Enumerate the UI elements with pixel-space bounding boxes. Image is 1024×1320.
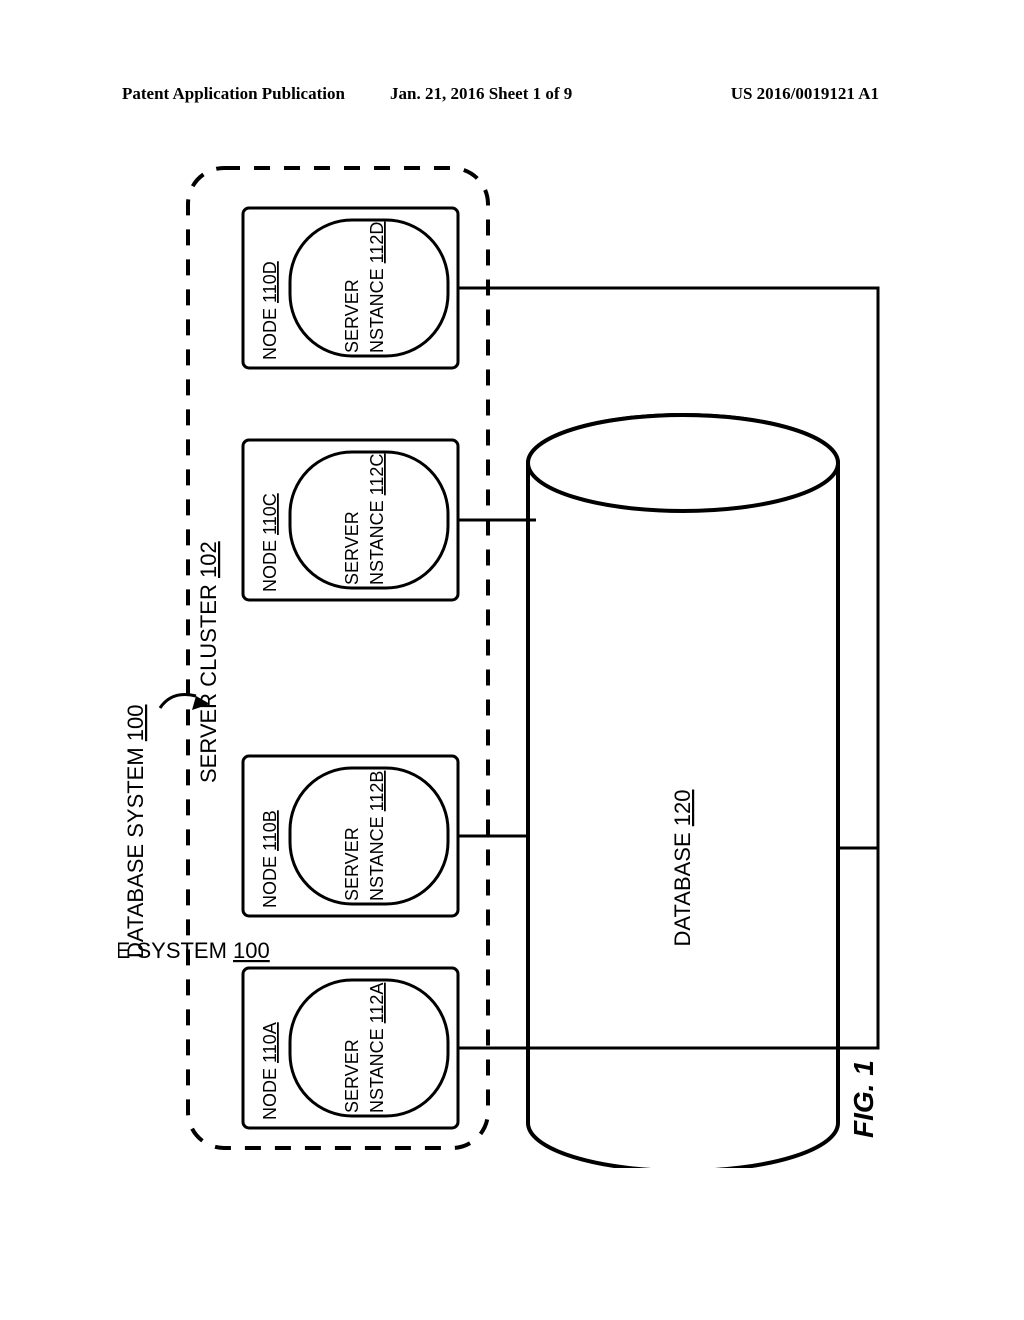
header-left-text: Patent Application Publication — [122, 84, 345, 104]
database-top-ellipse-2 — [528, 415, 838, 511]
header-center-text: Jan. 21, 2016 Sheet 1 of 9 — [390, 84, 572, 104]
header-right-text: US 2016/0019121 A1 — [731, 84, 879, 104]
node-110b: NODE 110B SERVER INSTANCE 112B — [243, 756, 528, 916]
database-label: DATABASE 120 — [670, 790, 695, 947]
node-label: NODE 110A — [260, 1022, 280, 1120]
server-instance-label-2: INSTANCE 112A — [367, 983, 387, 1118]
page: Patent Application Publication Jan. 21, … — [0, 0, 1024, 1320]
arrow-icon — [160, 695, 196, 709]
server-instance-label: SERVER — [342, 1039, 362, 1113]
figure-1-diagram: DATABASE SYSTEM 100 DATABASE SYSTEM 100 … — [118, 148, 902, 1168]
server-instance-label-2: INSTANCE 112D — [367, 222, 387, 358]
server-instance-label-2: INSTANCE 112C — [367, 454, 387, 590]
server-instance-label: SERVER — [342, 827, 362, 901]
node-label: NODE 110C — [260, 493, 280, 592]
page-header: Patent Application Publication Jan. 21, … — [0, 84, 1024, 114]
server-instance-label: SERVER — [342, 279, 362, 353]
server-cluster-label: SERVER CLUSTER 102 — [196, 541, 221, 783]
node-label: NODE 110D — [260, 261, 280, 360]
node-110c: NODE 110C SERVER INSTANCE 112C — [243, 440, 536, 600]
database-system-label: DATABASE SYSTEM 100 — [123, 704, 148, 958]
server-instance-label: SERVER — [342, 511, 362, 585]
figure-label: FIG. 1 — [848, 1060, 879, 1138]
server-instance-label-2: INSTANCE 112B — [367, 771, 387, 906]
node-label: NODE 110B — [260, 810, 280, 908]
